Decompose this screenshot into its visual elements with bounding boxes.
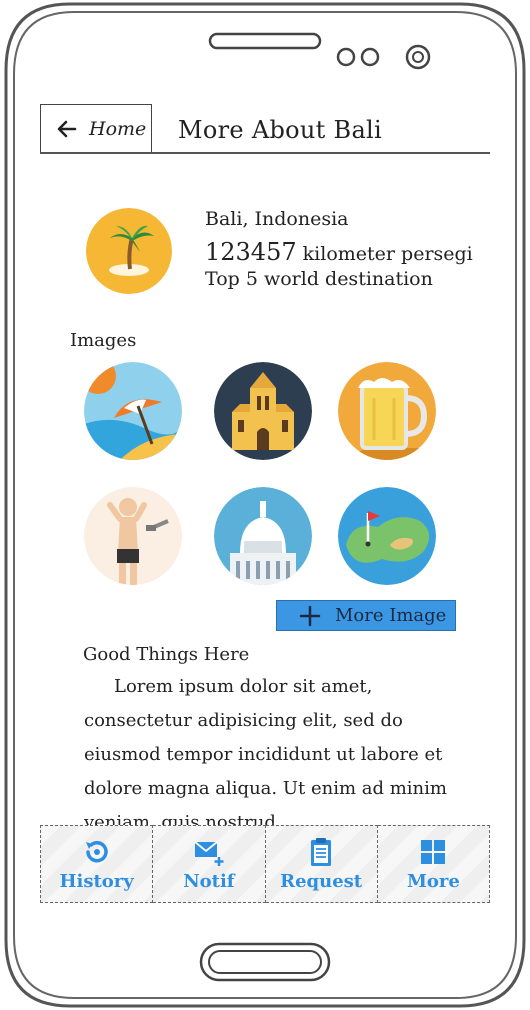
good-things-label: Good Things Here	[83, 644, 250, 665]
nav-notif[interactable]: Notif	[153, 825, 266, 903]
nav-more-label: More	[406, 870, 460, 892]
more-image-button[interactable]: More Image	[276, 600, 456, 631]
area-unit: kilometer persegi	[296, 243, 473, 265]
more-image-label: More Image	[335, 605, 447, 626]
plus-icon	[299, 605, 321, 626]
shower-person-icon[interactable]	[84, 487, 182, 585]
grid-icon	[421, 839, 446, 864]
nav-history[interactable]: History	[40, 825, 154, 903]
nav-history-label: History	[59, 870, 134, 892]
images-section-label: Images	[70, 330, 137, 351]
back-home-label: Home	[89, 118, 147, 140]
page-title: More About Bali	[178, 116, 382, 144]
good-things-text: Lorem ipsum dolor sit amet, consectetur …	[84, 676, 447, 833]
nav-request[interactable]: Request	[265, 825, 378, 903]
bottom-nav: History Notif Request More	[40, 825, 490, 903]
golf-course-icon[interactable]	[338, 487, 436, 585]
back-home-button[interactable]: Home	[40, 104, 152, 154]
history-icon	[85, 840, 108, 862]
app-screen: Home More About Bali Bali, Indonesia 123…	[40, 102, 490, 910]
nav-request-label: Request	[280, 870, 363, 892]
beer-mug-icon[interactable]	[338, 362, 436, 460]
island-palm-icon	[86, 208, 172, 294]
header-divider	[40, 152, 490, 154]
mail-plus-icon	[194, 840, 224, 866]
nav-more[interactable]: More	[377, 825, 490, 903]
location-text: Bali, Indonesia	[205, 208, 349, 230]
arrow-left-icon	[57, 120, 77, 138]
cathedral-icon[interactable]	[214, 362, 312, 460]
clipboard-icon	[311, 837, 332, 866]
area-number: 123457	[205, 238, 297, 266]
ranking-text: Top 5 world destination	[205, 268, 433, 290]
nav-notif-label: Notif	[183, 870, 235, 892]
capitol-building-icon[interactable]	[214, 487, 312, 585]
area-text: 123457 kilometer persegi	[205, 238, 473, 266]
beach-umbrella-icon[interactable]	[84, 362, 182, 460]
